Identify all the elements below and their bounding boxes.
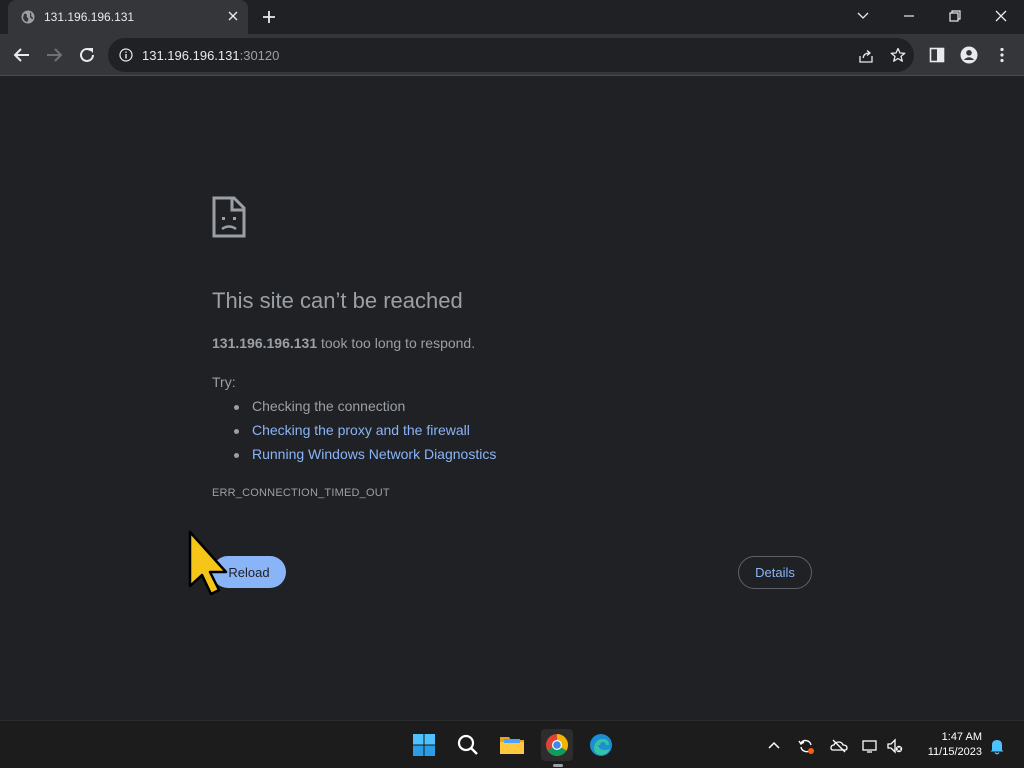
back-icon[interactable] [11,44,33,66]
side-panel-icon[interactable] [928,46,946,64]
error-heading: This site can’t be reached [212,288,463,313]
show-hidden-icons-icon[interactable] [765,737,783,755]
details-button[interactable]: Details [738,556,812,589]
mouse-cursor-icon [188,530,228,596]
error-host: 131.196.196.131 [212,335,318,351]
active-app-indicator [553,764,563,767]
suggestion-check-connection: Checking the connection [252,398,406,414]
share-icon[interactable] [858,48,874,64]
tab-title: 131.196.196.131 [44,10,135,24]
edge-icon [590,734,612,756]
bookmark-star-icon[interactable] [890,47,906,63]
new-tab-icon[interactable] [260,8,278,26]
browser-tab[interactable]: 131.196.196.131 [8,0,248,34]
globe-icon [21,10,35,24]
suggestion-network-diagnostics-link[interactable]: Running Windows Network Diagnostics [252,446,496,462]
tab-strip: 131.196.196.131 [0,0,1024,34]
browser-toolbar: 131.196.196.131:30120 [0,34,1024,76]
bullet [234,453,239,458]
close-window-icon[interactable] [991,6,1011,26]
error-code: ERR_CONNECTION_TIMED_OUT [212,487,390,499]
onedrive-offline-icon[interactable] [830,737,848,755]
search-icon [457,734,478,755]
network-icon[interactable] [861,737,879,755]
url-host: 131.196.196.131 [142,48,240,63]
start-icon [413,734,435,756]
reload-icon[interactable] [76,44,98,66]
tab-close-icon[interactable] [226,9,240,23]
suggestion-proxy-firewall-link[interactable]: Checking the proxy and the firewall [252,422,470,438]
forward-icon[interactable] [43,44,65,66]
system-clock[interactable]: 1:47 AM 11/15/2023 [912,730,982,760]
minimize-icon[interactable] [899,6,919,26]
bullet [234,429,239,434]
tab-search-icon[interactable] [853,6,873,26]
address-bar[interactable]: 131.196.196.131:30120 [108,38,914,72]
chrome-button[interactable] [541,729,573,761]
start-button[interactable] [408,729,440,761]
url-text[interactable]: 131.196.196.131:30120 [142,48,279,63]
chrome-icon [546,734,568,756]
info-icon[interactable] [119,48,133,62]
taskbar: 1:47 AM 11/15/2023 [0,720,1024,768]
sync-icon[interactable] [797,737,815,755]
file-explorer-button[interactable] [496,729,528,761]
clock-time: 1:47 AM [941,731,982,743]
profile-icon[interactable] [960,46,978,64]
menu-icon[interactable] [993,46,1011,64]
bullet [234,405,239,410]
file-explorer-icon [500,737,524,754]
restore-icon[interactable] [945,6,965,26]
try-label: Try: [212,374,236,390]
taskbar-search-button[interactable] [452,729,484,761]
error-summary-rest: took too long to respond. [317,335,476,351]
url-port: :30120 [239,48,280,63]
edge-button[interactable] [585,729,617,761]
error-summary: 131.196.196.131 took too long to respond… [212,335,475,351]
volume-muted-icon[interactable] [886,737,904,755]
sad-document-icon [212,196,246,238]
notification-bell-icon[interactable] [988,737,1006,755]
error-page: This site can’t be reached 131.196.196.1… [0,77,1024,720]
clock-date: 11/15/2023 [927,746,982,758]
